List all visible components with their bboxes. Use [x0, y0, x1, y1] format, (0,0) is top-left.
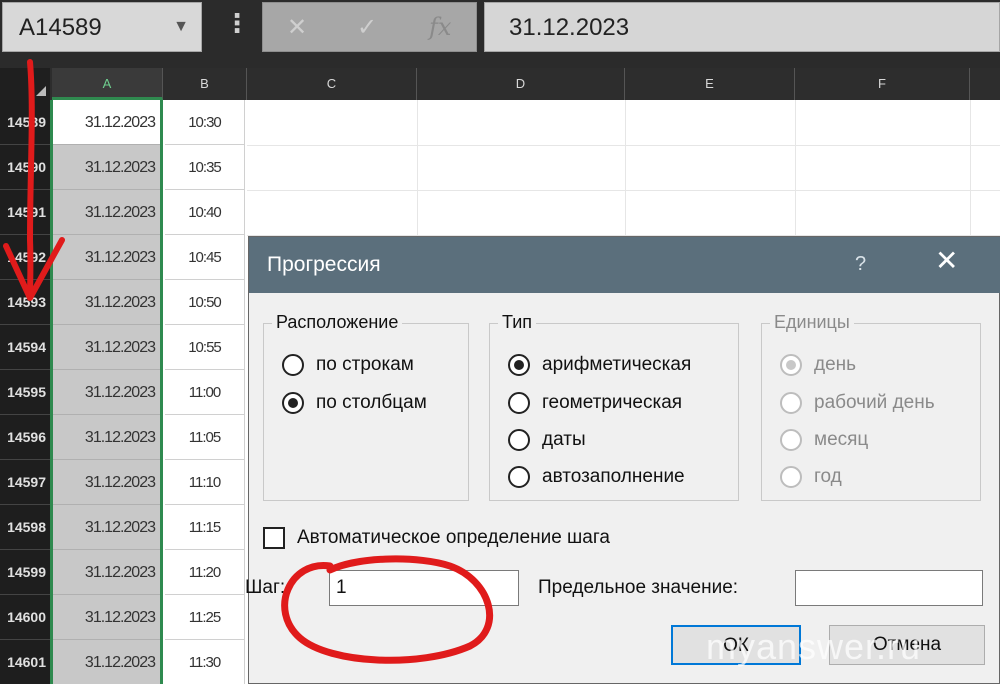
cancel-icon[interactable]: ✕	[287, 13, 307, 42]
units-group: Единицы день рабочий день месяц год	[761, 312, 981, 501]
limit-input[interactable]	[795, 570, 983, 606]
radio-button[interactable]	[508, 466, 530, 488]
cell-a[interactable]: 31.12.2023	[50, 235, 162, 280]
cell-b[interactable]: 10:50	[165, 280, 245, 325]
cell-a[interactable]: 31.12.2023	[50, 280, 162, 325]
cell-b[interactable]: 10:40	[165, 190, 245, 235]
radio-button[interactable]	[282, 354, 304, 376]
cell-a[interactable]: 31.12.2023	[50, 325, 162, 370]
radio-label: арифметическая	[542, 354, 692, 375]
cell-b[interactable]: 10:30	[165, 100, 245, 145]
row-header[interactable]: 14590	[0, 145, 50, 190]
select-all-corner[interactable]	[0, 68, 50, 100]
row-header[interactable]: 14591	[0, 190, 50, 235]
radio-button[interactable]	[508, 429, 530, 451]
cell-b[interactable]: 11:25	[165, 595, 245, 640]
cell-b[interactable]: 11:20	[165, 550, 245, 595]
cell-b[interactable]: 10:55	[165, 325, 245, 370]
location-group: Расположение по строкам по столбцам	[263, 312, 469, 501]
checkbox-box[interactable]	[263, 527, 285, 549]
progression-dialog: Прогрессия ? ✕ Расположение по строкам п…	[245, 236, 1000, 684]
formula-input[interactable]: 31.12.2023	[484, 2, 1000, 52]
name-box[interactable]: A14589 ▼	[2, 2, 202, 52]
column-header-f[interactable]: F	[795, 68, 970, 100]
row-header[interactable]: 14594	[0, 325, 50, 370]
watermark: myanswer.ru	[706, 626, 922, 667]
row-header[interactable]: 14599	[0, 550, 50, 595]
cell-a[interactable]: 31.12.2023	[50, 145, 162, 190]
insert-function-icon[interactable]: fx	[429, 13, 451, 41]
column-header-e[interactable]: E	[625, 68, 795, 100]
row-header[interactable]: 14597	[0, 460, 50, 505]
cell-b[interactable]: 11:30	[165, 640, 245, 684]
radio-label: год	[814, 466, 842, 487]
close-icon[interactable]: ✕	[935, 247, 958, 275]
help-icon[interactable]: ?	[855, 253, 866, 276]
type-group-title: Тип	[498, 312, 537, 333]
cell-a[interactable]: 31.12.2023	[50, 550, 162, 595]
grid-line	[247, 190, 1000, 191]
formula-value: 31.12.2023	[509, 14, 630, 41]
radio-label: месяц	[814, 429, 869, 450]
cell-a-active[interactable]: 31.12.2023	[50, 100, 162, 145]
radio-label: даты	[542, 429, 586, 450]
cell-b[interactable]: 10:45	[165, 235, 245, 280]
row-header[interactable]: 14600	[0, 595, 50, 640]
chevron-down-icon[interactable]: ▼	[173, 18, 189, 36]
radio-button[interactable]	[780, 392, 802, 414]
cell-b[interactable]: 11:05	[165, 415, 245, 460]
location-group-title: Расположение	[272, 312, 403, 333]
column-header-b[interactable]: B	[163, 68, 247, 100]
radio-button-checked[interactable]	[780, 354, 802, 376]
enter-icon[interactable]: ✓	[357, 13, 377, 42]
cell-a[interactable]: 31.12.2023	[50, 370, 162, 415]
dialog-title: Прогрессия	[267, 253, 381, 276]
row-headers: 14589 14590 14591 14592 14593 14594 1459…	[0, 100, 50, 684]
radio-button-checked[interactable]	[508, 354, 530, 376]
cell-a[interactable]: 31.12.2023	[50, 415, 162, 460]
limit-label: Предельное значение:	[538, 577, 739, 598]
row-header[interactable]: 14596	[0, 415, 50, 460]
radio-label: геометрическая	[542, 392, 683, 413]
cell-b[interactable]: 11:10	[165, 460, 245, 505]
row-header[interactable]: 14601	[0, 640, 50, 684]
row-header[interactable]: 14589	[0, 100, 50, 145]
step-input[interactable]	[329, 570, 519, 606]
name-box-value: A14589	[19, 14, 102, 41]
column-header-c[interactable]: C	[247, 68, 417, 100]
column-header-d[interactable]: D	[417, 68, 625, 100]
column-header-a[interactable]: A	[52, 68, 163, 100]
cell-b[interactable]: 11:00	[165, 370, 245, 415]
more-options-icon[interactable]: ⋮	[224, 10, 250, 36]
row-header[interactable]: 14593	[0, 280, 50, 325]
checkbox-label: Автоматическое определение шага	[297, 527, 610, 548]
radio-button[interactable]	[780, 429, 802, 451]
grid-line	[247, 145, 1000, 146]
row-header[interactable]: 14592	[0, 235, 50, 280]
dialog-titlebar[interactable]: Прогрессия ? ✕	[249, 237, 1000, 293]
step-label: Шаг:	[245, 577, 286, 598]
cell-b[interactable]: 11:15	[165, 505, 245, 550]
radio-label: автозаполнение	[542, 466, 685, 487]
radio-label: день	[814, 354, 857, 375]
units-group-title: Единицы	[770, 312, 854, 333]
column-headers: A B C D E F	[0, 68, 1000, 100]
row-header[interactable]: 14595	[0, 370, 50, 415]
cell-a[interactable]: 31.12.2023	[50, 190, 162, 235]
radio-button-checked[interactable]	[282, 392, 304, 414]
type-group: Тип арифметическая геометрическая даты а…	[489, 312, 739, 501]
radio-label: рабочий день	[814, 392, 935, 413]
formula-bar: A14589 ▼ ⋮ ✕ ✓ fx 31.12.2023	[0, 0, 1000, 60]
cell-a[interactable]: 31.12.2023	[50, 505, 162, 550]
cell-a[interactable]: 31.12.2023	[50, 640, 162, 684]
radio-button[interactable]	[780, 466, 802, 488]
radio-label: по столбцам	[316, 392, 427, 413]
radio-button[interactable]	[508, 392, 530, 414]
cell-b[interactable]: 10:35	[165, 145, 245, 190]
cell-a[interactable]: 31.12.2023	[50, 460, 162, 505]
cell-a[interactable]: 31.12.2023	[50, 595, 162, 640]
row-header[interactable]: 14598	[0, 505, 50, 550]
formula-buttons: ✕ ✓ fx	[262, 2, 477, 52]
radio-label: по строкам	[316, 354, 414, 375]
